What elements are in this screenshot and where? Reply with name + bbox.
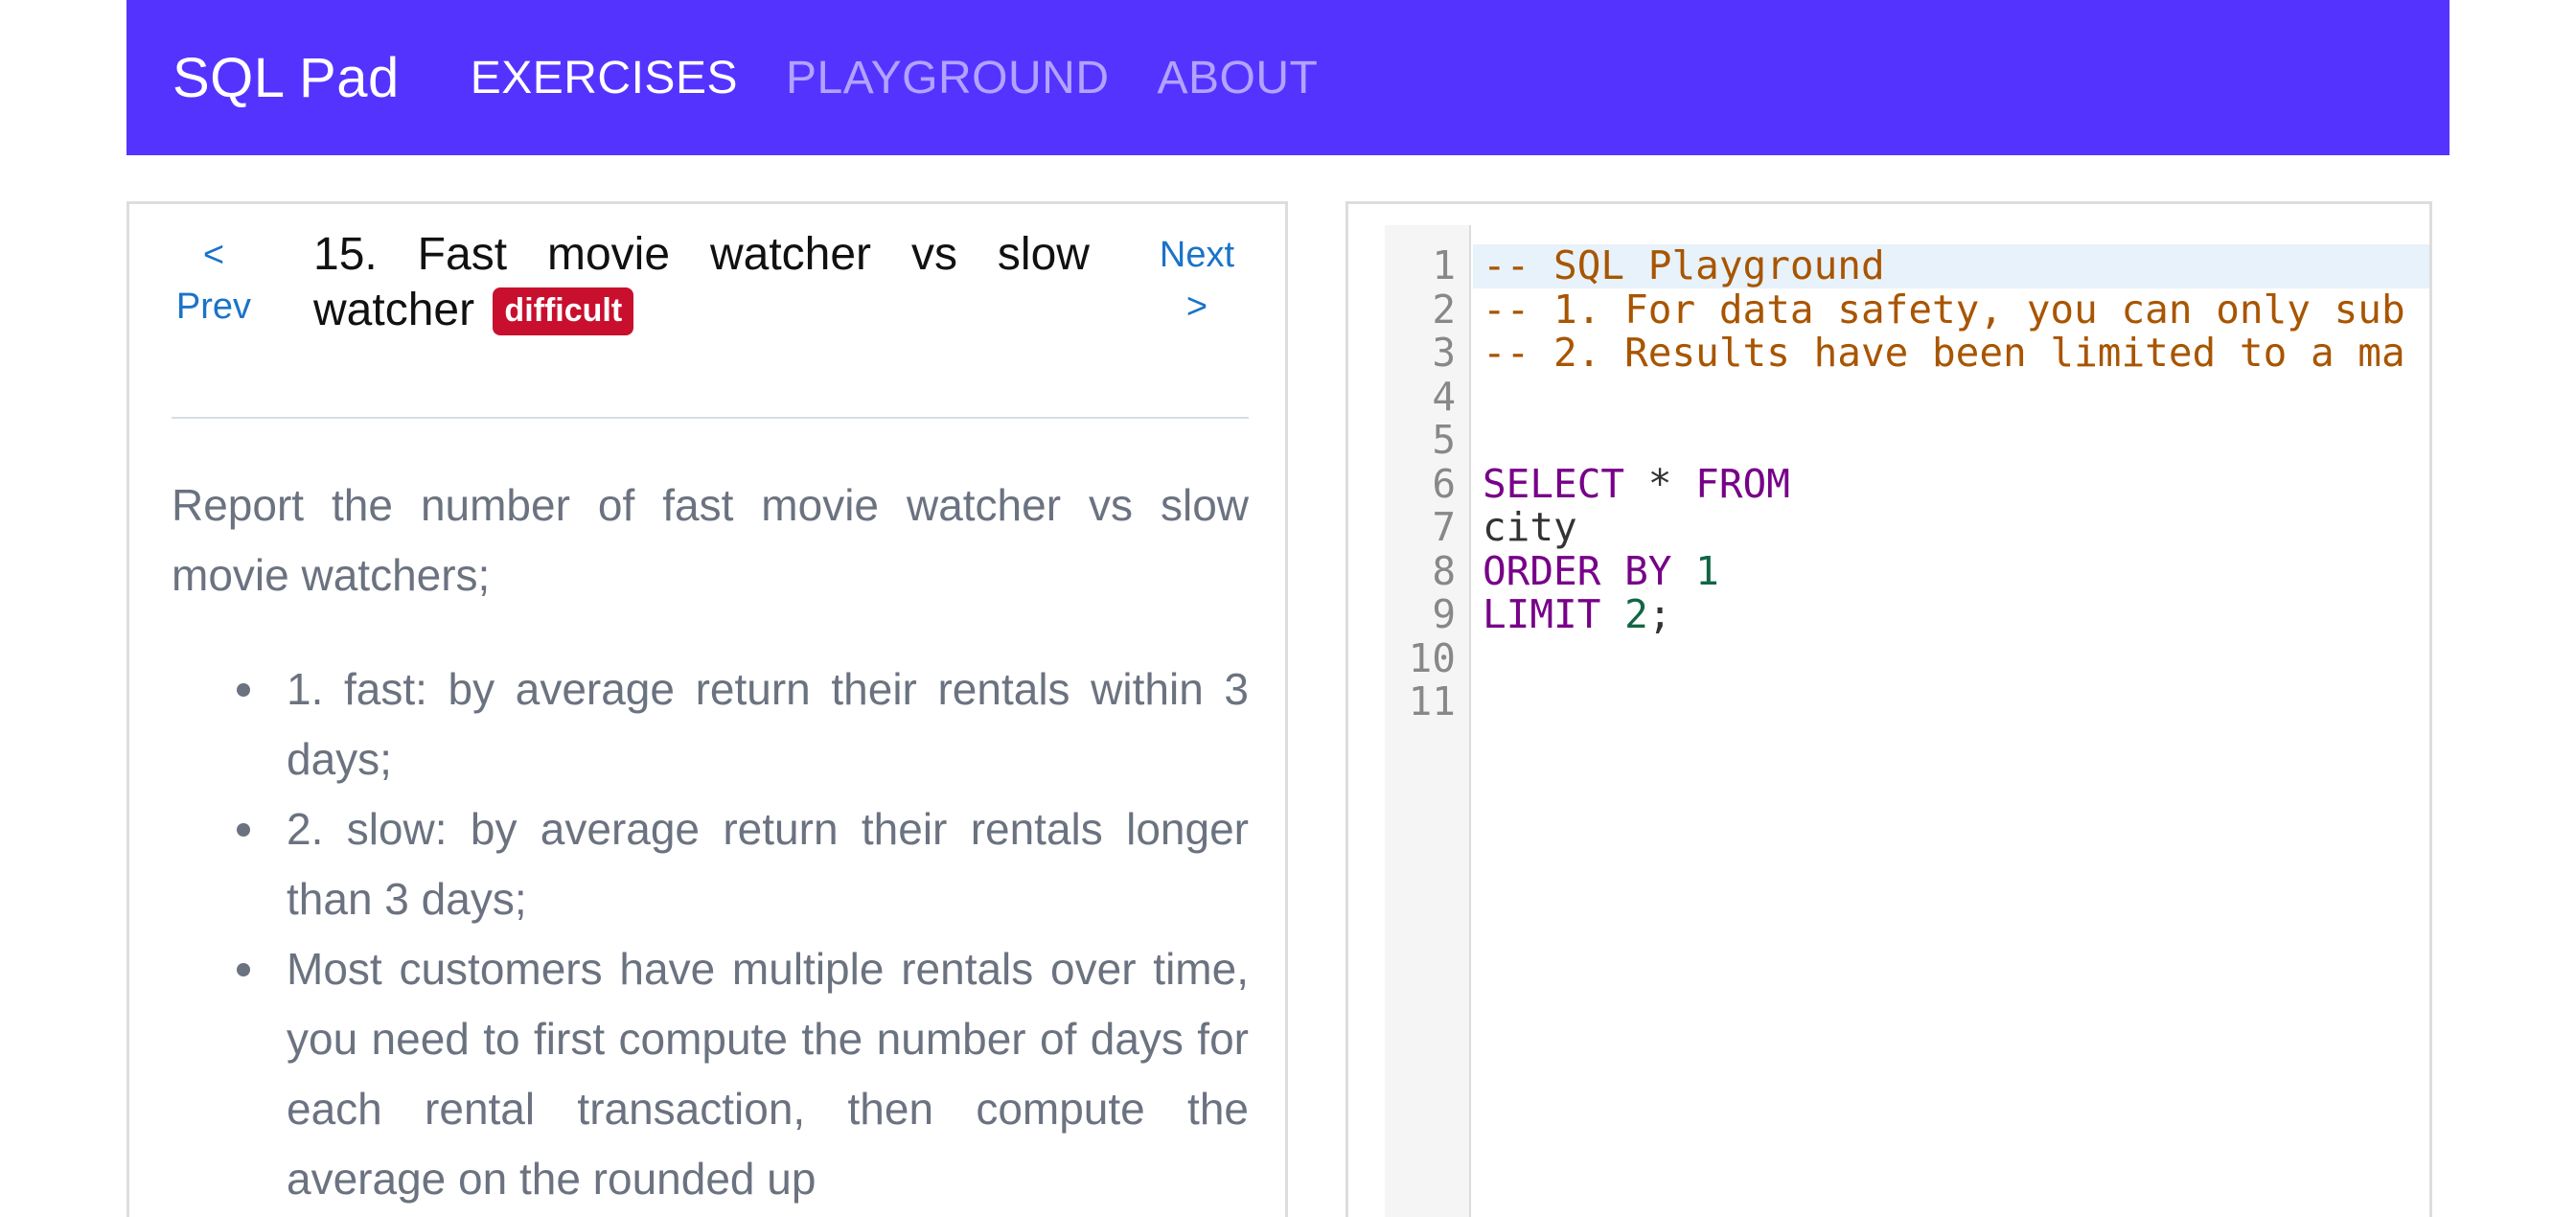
sql-code-editor[interactable]: 1 2 3 4 5 6 7 8 9 10 11 -- SQL Playground -- 1. For…: [1385, 225, 2429, 1217]
prev-arrow: <: [202, 235, 225, 275]
list-item: Most customers have multiple rentals ove…: [237, 934, 1249, 1214]
list-item: 1. fast: by average return their rentals…: [237, 654, 1249, 794]
line-numbers: 1 2 3 4 5 6 7 8 9 10 11: [1385, 242, 1456, 724]
exercise-title: 15. Fast movie watcher vs slow watcher diffic…: [313, 227, 1090, 338]
code-token: ;: [1647, 591, 1672, 637]
code-line[interactable]: -- 1. For data safety, you can only sub: [1483, 286, 2429, 333]
code-line[interactable]: -- SQL Playground: [1483, 242, 2429, 288]
code-line[interactable]: ​: [1483, 419, 2429, 463]
code-line[interactable]: ​: [1483, 376, 2429, 420]
line-number: 4: [1432, 373, 1456, 420]
top-navbar: SQL Pad EXERCISES PLAYGROUND ABOUT: [126, 0, 2450, 155]
code-token: -- 2. Results have been limited to a ma: [1483, 330, 2405, 376]
header-divider: [172, 417, 1249, 419]
code-line[interactable]: LIMIT 2;: [1483, 591, 2429, 637]
code-line[interactable]: SELECT * FROM: [1483, 460, 2429, 507]
code-token: FROM: [1695, 460, 1790, 507]
exercise-title-word: 15.: [313, 229, 378, 280]
exercise-title-line1: 15. Fast movie watcher vs slow: [313, 227, 1090, 283]
nav-link-playground[interactable]: PLAYGROUND: [786, 52, 1110, 104]
code-token: SELECT: [1483, 460, 1625, 507]
prev-label: Prev: [175, 287, 252, 327]
editor-panel: 1 2 3 4 5 6 7 8 9 10 11 -- SQL Playground -- 1. For…: [1346, 201, 2432, 1217]
line-number: 6: [1432, 460, 1456, 507]
exercise-title-word: Fast: [417, 229, 508, 280]
exercise-title-line2: watcher difficult: [313, 283, 1090, 338]
editor-gutter: 1 2 3 4 5 6 7 8 9 10 11: [1385, 225, 1471, 1217]
requirements-list: 1. fast: by average return their rentals…: [172, 654, 1249, 1214]
exercise-title-word: slow: [997, 229, 1090, 280]
code-line[interactable]: ​: [1483, 680, 2429, 724]
next-arrow: >: [1185, 287, 1208, 327]
brand-logo[interactable]: SQL Pad: [172, 46, 400, 110]
code-token: -- SQL Playground: [1483, 242, 1885, 288]
line-number: 1: [1432, 242, 1456, 288]
line-number: 5: [1432, 417, 1456, 463]
exercise-panel: < Prev 15. Fast movie watcher vs slow watcher…: [126, 201, 1288, 1217]
line-number: 10: [1408, 634, 1456, 681]
exercise-title-word: watcher: [313, 285, 475, 335]
exercise-header: < Prev 15. Fast movie watcher vs slow watcher…: [172, 227, 1245, 419]
code-token: *: [1647, 460, 1672, 507]
difficulty-badge: difficult: [493, 287, 634, 335]
code-content[interactable]: -- SQL Playground -- 1. For data safety, …: [1483, 242, 2429, 724]
code-line[interactable]: city: [1483, 504, 2429, 550]
next-label: Next: [1159, 235, 1235, 275]
line-number: 7: [1432, 504, 1456, 550]
line-number: 2: [1432, 286, 1456, 333]
code-token: city: [1483, 504, 1577, 550]
line-number: 3: [1432, 330, 1456, 376]
line-number: 8: [1432, 547, 1456, 594]
code-line[interactable]: ORDER BY 1: [1483, 547, 2429, 594]
code-line[interactable]: -- 2. Results have been limited to a ma: [1483, 330, 2429, 376]
code-token: 2: [1624, 591, 1648, 637]
list-item: 2. slow: by average return their rentals…: [237, 794, 1249, 934]
exercise-title-word: watcher: [709, 229, 872, 280]
line-number: 11: [1408, 678, 1456, 724]
exercise-title-word: vs: [910, 229, 957, 280]
nav-link-exercises[interactable]: EXERCISES: [471, 52, 738, 104]
code-token: ORDER BY: [1483, 547, 1672, 594]
prev-exercise-link[interactable]: < Prev: [172, 229, 256, 333]
code-token: -- 1. For data safety, you can only sub: [1483, 286, 2405, 333]
code-token: 1: [1695, 547, 1719, 594]
next-exercise-link[interactable]: Next >: [1149, 229, 1245, 333]
line-number: 9: [1432, 591, 1456, 637]
exercise-title-word: movie: [546, 229, 671, 280]
code-token: LIMIT: [1483, 591, 1601, 637]
code-line[interactable]: ​: [1483, 637, 2429, 681]
exercise-description: Report the number of fast movie watcher …: [172, 480, 1249, 600]
nav-link-about[interactable]: ABOUT: [1158, 52, 1319, 104]
